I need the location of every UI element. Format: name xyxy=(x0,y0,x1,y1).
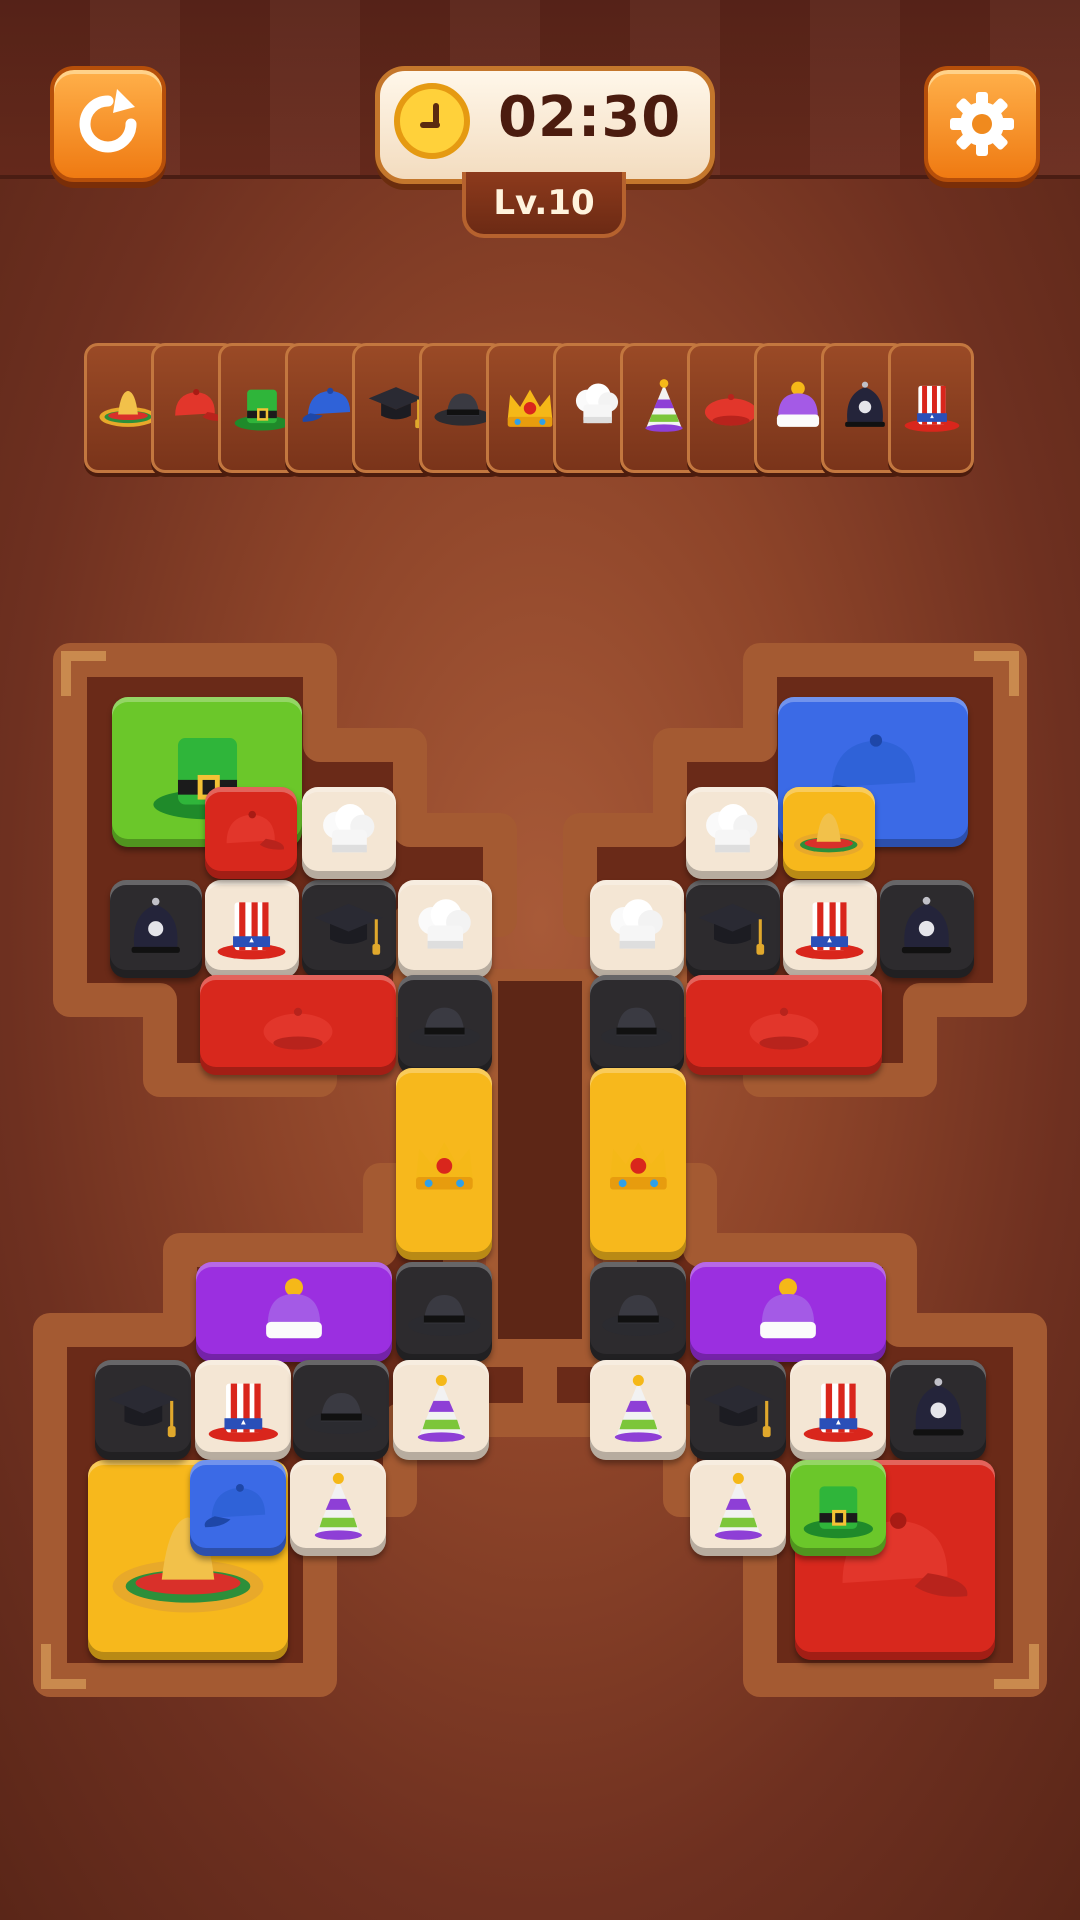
uncle-sam-hat-icon xyxy=(213,890,290,971)
party-hat-icon xyxy=(402,1371,481,1454)
crown-icon xyxy=(599,1125,678,1208)
purple-beanie-icon xyxy=(253,1271,335,1357)
tile-chef-hat[interactable] xyxy=(686,787,778,879)
tile-graduation-cap[interactable] xyxy=(302,880,396,978)
slot-13 xyxy=(888,343,974,473)
tile-fedora[interactable] xyxy=(590,1262,686,1362)
tile-police-helmet[interactable] xyxy=(110,880,202,978)
tile-police-helmet[interactable] xyxy=(890,1360,986,1460)
tile-chef-hat[interactable] xyxy=(302,787,396,879)
fedora-icon xyxy=(302,1371,381,1454)
chef-hat-icon xyxy=(406,890,483,971)
tile-sombrero[interactable] xyxy=(783,787,875,879)
tile-fedora[interactable] xyxy=(396,1262,492,1362)
tile-graduation-cap[interactable] xyxy=(690,1360,786,1460)
blue-cap-icon xyxy=(199,1469,278,1552)
uncle-sam-hat-icon xyxy=(799,1371,878,1454)
graduation-cap-icon xyxy=(104,1371,183,1454)
tile-party-hat[interactable] xyxy=(290,1460,386,1556)
police-helmet-icon xyxy=(118,891,193,970)
tile-crown[interactable] xyxy=(396,1068,492,1260)
party-hat-icon xyxy=(633,376,695,442)
sombrero-icon xyxy=(791,795,866,874)
party-hat-icon xyxy=(699,1469,778,1552)
red-cap-icon xyxy=(164,376,226,442)
fedora-icon xyxy=(406,986,483,1067)
tile-fedora[interactable] xyxy=(590,975,684,1075)
blue-cap-icon xyxy=(298,376,360,442)
tile-red-beret[interactable] xyxy=(200,975,396,1075)
fedora-icon xyxy=(599,1273,678,1356)
purple-beanie-icon xyxy=(747,1271,829,1357)
tile-uncle-sam-hat[interactable] xyxy=(195,1360,291,1460)
graduation-cap-icon xyxy=(310,890,387,971)
graduation-cap-icon xyxy=(365,376,427,442)
tile-purple-beanie[interactable] xyxy=(196,1262,392,1362)
tile-party-hat[interactable] xyxy=(590,1360,686,1460)
red-beret-icon xyxy=(743,984,825,1070)
tile-fedora[interactable] xyxy=(398,975,492,1075)
tile-red-beret[interactable] xyxy=(686,975,882,1075)
fedora-icon xyxy=(405,1273,484,1356)
center-channel xyxy=(486,969,594,1351)
police-helmet-icon xyxy=(834,376,896,442)
uncle-sam-hat-icon xyxy=(901,376,963,442)
tile-party-hat[interactable] xyxy=(690,1460,786,1556)
party-hat-icon xyxy=(299,1469,378,1552)
tile-uncle-sam-hat[interactable] xyxy=(205,880,299,978)
graduation-cap-icon xyxy=(694,890,771,971)
uncle-sam-hat-icon xyxy=(791,890,868,971)
fedora-icon xyxy=(432,376,494,442)
tile-party-hat[interactable] xyxy=(393,1360,489,1460)
tile-uncle-sam-hat[interactable] xyxy=(783,880,877,978)
tile-police-helmet[interactable] xyxy=(880,880,974,978)
tile-crown[interactable] xyxy=(590,1068,686,1260)
sombrero-icon xyxy=(97,376,159,442)
red-beret-icon xyxy=(257,984,339,1070)
purple-beanie-icon xyxy=(767,376,829,442)
tile-graduation-cap[interactable] xyxy=(95,1360,191,1460)
collected-hats-bar xyxy=(84,343,996,473)
tile-leprechaun-hat[interactable] xyxy=(790,1460,886,1556)
tile-graduation-cap[interactable] xyxy=(686,880,780,978)
game-screen: 02:30 Lv.10 xyxy=(0,0,1080,1920)
tile-purple-beanie[interactable] xyxy=(690,1262,886,1362)
uncle-sam-hat-icon xyxy=(204,1371,283,1454)
tile-fedora[interactable] xyxy=(293,1360,389,1460)
tile-blue-cap[interactable] xyxy=(190,1460,286,1556)
graduation-cap-icon xyxy=(699,1371,778,1454)
red-cap-icon xyxy=(213,795,288,874)
tile-uncle-sam-hat[interactable] xyxy=(790,1360,886,1460)
crown-icon xyxy=(405,1125,484,1208)
chef-hat-icon xyxy=(598,890,675,971)
tile-chef-hat[interactable] xyxy=(398,880,492,978)
tile-red-cap[interactable] xyxy=(205,787,297,879)
party-hat-icon xyxy=(599,1371,678,1454)
chef-hat-icon xyxy=(694,795,769,874)
tile-chef-hat[interactable] xyxy=(590,880,684,978)
crown-icon xyxy=(499,376,561,442)
leprechaun-hat-icon xyxy=(231,376,293,442)
police-helmet-icon xyxy=(899,1371,978,1454)
red-beret-icon xyxy=(700,376,762,442)
leprechaun-hat-icon xyxy=(799,1469,878,1552)
chef-hat-icon xyxy=(311,795,386,874)
police-helmet-icon xyxy=(888,890,965,971)
chef-hat-icon xyxy=(566,376,628,442)
fedora-icon xyxy=(598,986,675,1067)
